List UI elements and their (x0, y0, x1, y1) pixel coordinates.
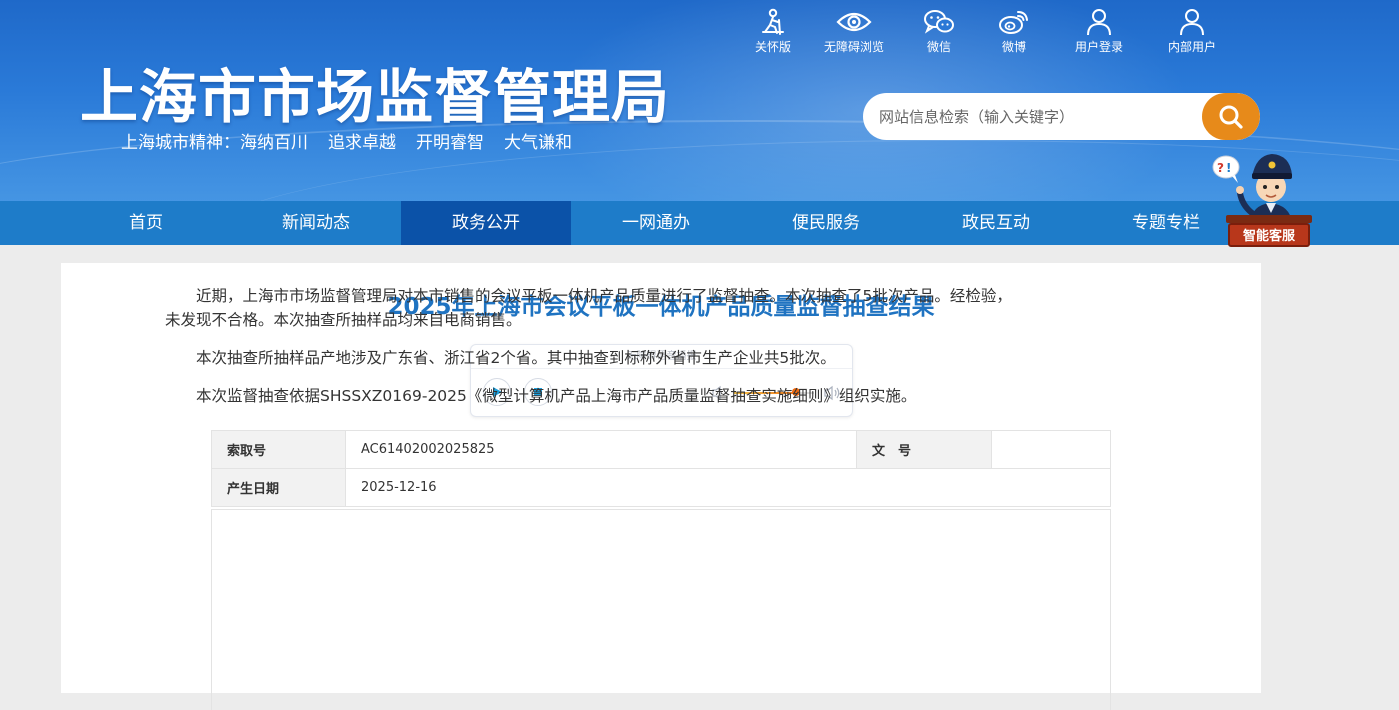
slogan-part: 大气谦和 (504, 133, 572, 153)
nav-item-interaction[interactable]: 政民互动 (911, 201, 1081, 245)
nav-item-home[interactable]: 首页 (61, 201, 231, 245)
site-slogan: 上海城市精神：海纳百川 追求卓越 开明睿智 大气谦和 (121, 128, 592, 153)
accessibility-button[interactable]: 无障碍浏览 (808, 8, 900, 58)
main-nav: 首页 新闻动态 政务公开 一网通办 便民服务 政民互动 专题专栏 (0, 201, 1399, 245)
nav-item-government-affairs[interactable]: 政务公开 (401, 201, 571, 245)
eye-icon (836, 12, 872, 32)
accessibility-label: 无障碍浏览 (823, 40, 884, 54)
document-number-label: 文 号 (856, 430, 992, 469)
article-body-frame (211, 509, 1111, 710)
svg-text:?: ? (1217, 161, 1224, 175)
document-meta-table: 索取号 AC61402002025825 文 号 产生日期 2025-12-16 (211, 430, 1111, 507)
top-toolbar: 关怀版 无障碍浏览 微信 微博 用户登录 内部用户 (740, 8, 1236, 58)
slogan-part: 海纳百川 (240, 133, 308, 153)
weibo-label: 微博 (1001, 40, 1026, 54)
svg-text:!: ! (1226, 161, 1231, 175)
nav-item-online-service[interactable]: 一网通办 (571, 201, 741, 245)
smart-assistant[interactable]: ? ! 智能客服 (1208, 145, 1314, 253)
site-title[interactable]: 上海市市场监督管理局 (80, 50, 670, 134)
slogan-part: 开明睿智 (416, 133, 484, 153)
search-input[interactable] (863, 93, 1209, 140)
slogan-lead: 上海城市精神： (121, 133, 240, 153)
index-number-value: AC61402002025825 (345, 430, 857, 469)
article-paragraph: 近期，上海市市场监督管理局对本市销售的会议平板一体机产品质量进行了监督抽查。本次… (165, 287, 1012, 329)
weibo-icon (999, 11, 1028, 34)
site-search (863, 93, 1260, 140)
slogan-part: 追求卓越 (328, 133, 396, 153)
nav-item-public-service[interactable]: 便民服务 (741, 201, 911, 245)
table-row: 索取号 AC61402002025825 文 号 (211, 430, 1111, 469)
date-label: 产生日期 (211, 468, 346, 507)
internal-user-button[interactable]: 内部用户 (1148, 8, 1236, 58)
user-icon (1087, 9, 1111, 36)
article-body: 近期，上海市市场监督管理局对本市销售的会议平板一体机产品质量进行了监督抽查。本次… (165, 284, 1025, 422)
document-number-value (991, 430, 1111, 469)
index-number-label: 索取号 (211, 430, 346, 469)
care-mode-label: 关怀版 (754, 40, 791, 54)
user-login-button[interactable]: 用户登录 (1050, 8, 1148, 58)
wechat-label: 微信 (926, 40, 951, 54)
article-paragraph: 本次监督抽查依据SHSSXZ0169-2025《微型计算机产品上海市产品质量监督… (196, 387, 917, 405)
internal-user-label: 内部用户 (1167, 40, 1216, 54)
nav-item-news[interactable]: 新闻动态 (231, 201, 401, 245)
care-mode-button[interactable]: 关怀版 (740, 8, 806, 58)
wechat-button[interactable]: 微信 (900, 8, 978, 58)
user-login-label: 用户登录 (1074, 40, 1123, 54)
wechat-icon (924, 10, 954, 34)
police-mascot-icon: ? ! (1212, 154, 1312, 223)
search-icon (1219, 105, 1243, 129)
user-icon (1180, 9, 1204, 36)
table-row: 产生日期 2025-12-16 (211, 468, 1111, 507)
article-paragraph: 本次抽查所抽样品产地涉及广东省、浙江省2个省。其中抽查到标称外省市生产企业共5批… (196, 349, 836, 367)
date-value: 2025-12-16 (345, 468, 1111, 507)
site-header: 上海市市场监督管理局 上海城市精神：海纳百川 追求卓越 开明睿智 大气谦和 关怀版 无… (0, 0, 1399, 201)
elderly-care-icon (762, 8, 784, 35)
search-button[interactable] (1202, 93, 1260, 140)
weibo-button[interactable]: 微博 (978, 8, 1050, 58)
smart-assistant-label: 智能客服 (1228, 223, 1310, 247)
